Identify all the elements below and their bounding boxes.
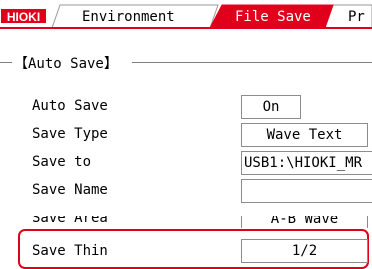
section-title: 【Auto Save】 [14, 56, 118, 72]
save-type-label: Save Type [32, 126, 108, 142]
save-area-clip: Save Area A-B Wave [0, 216, 372, 228]
save-thin-label: Save Thin [32, 243, 108, 259]
tab-file-save[interactable]: File Save [235, 9, 311, 25]
section-line-left [0, 62, 12, 63]
save-area-value[interactable]: A-B Wave [241, 216, 368, 228]
tab-pr[interactable]: Pr [348, 9, 365, 25]
auto-save-label: Auto Save [32, 98, 108, 114]
save-name-label: Save Name [32, 182, 108, 198]
auto-save-value[interactable]: On [241, 95, 301, 119]
save-thin-value[interactable]: 1/2 [241, 239, 368, 263]
save-type-value[interactable]: Wave Text [241, 123, 368, 147]
tab-bar: HIOKI Environment File Save Pr [0, 0, 372, 33]
tab-shapes [0, 4, 372, 29]
save-area-label: Save Area [32, 216, 108, 226]
hioki-logo: HIOKI [0, 8, 47, 24]
save-to-value[interactable]: USB1:\HIOKI_MR [241, 151, 372, 175]
save-to-label: Save to [32, 154, 92, 170]
tab-environment[interactable]: Environment [82, 9, 175, 25]
save-name-value[interactable] [241, 179, 372, 203]
section-line-right [132, 62, 372, 63]
